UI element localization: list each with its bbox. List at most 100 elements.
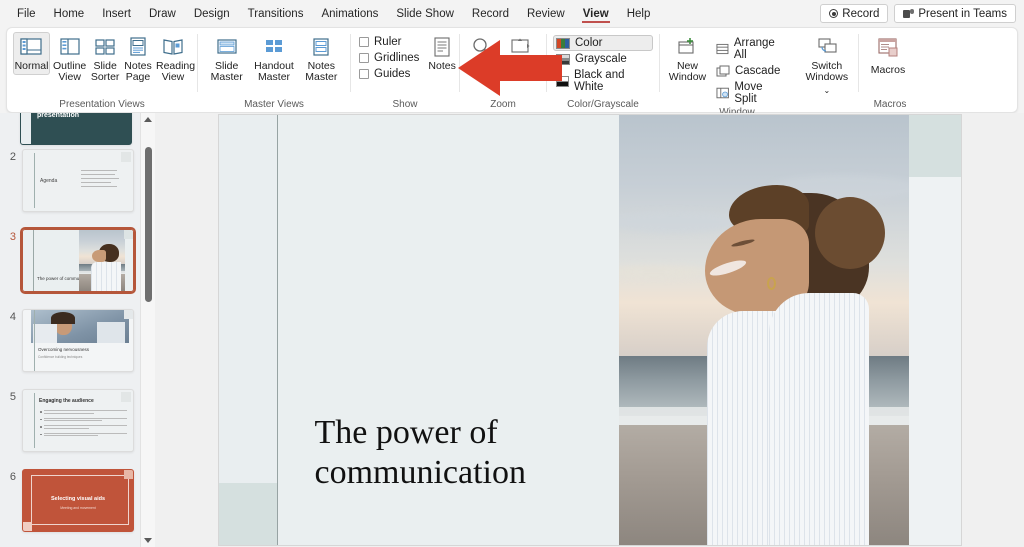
grayscale-option-label: Grayscale: [575, 53, 627, 65]
slide-thumbnail-pane[interactable]: presentation 2 Agenda 3: [0, 113, 155, 547]
show-group-label: Show: [357, 99, 453, 112]
normal-view-button[interactable]: Normal: [13, 32, 50, 75]
thumbnail-pane-scrollbar[interactable]: [140, 113, 155, 547]
present-in-teams-button[interactable]: Present in Teams: [894, 4, 1016, 23]
tab-record[interactable]: Record: [463, 4, 518, 24]
tab-slide-show[interactable]: Slide Show: [387, 4, 463, 24]
grayscale-swatch-icon: [556, 54, 570, 65]
slide-edit-pane[interactable]: The power of communication: [155, 113, 1024, 547]
notes-button-label: Notes: [428, 61, 455, 72]
slide-master-button[interactable]: Slide Master: [204, 32, 249, 86]
tab-animations[interactable]: Animations: [312, 4, 387, 24]
thumbnail-title: Agenda: [40, 178, 57, 184]
record-button[interactable]: Record: [820, 4, 888, 23]
thumbnail-slide-3[interactable]: 3 The power of communication: [0, 229, 134, 292]
thumbnail-number: 4: [0, 309, 22, 323]
ruler-checkbox[interactable]: Ruler: [357, 34, 421, 50]
tab-design[interactable]: Design: [185, 4, 239, 24]
thumbnail-slide-4[interactable]: 4 Overcoming nervousness Confidence buil…: [0, 309, 134, 372]
present-in-teams-label: Present in Teams: [918, 8, 1007, 20]
notes-page-label: Notes Page: [124, 61, 152, 83]
cascade-button[interactable]: Cascade: [713, 63, 789, 79]
macros-button-label: Macros: [866, 65, 910, 76]
record-dot-icon: [829, 9, 838, 18]
switch-windows-button[interactable]: Switch Windows ⌄: [802, 32, 852, 99]
new-window-label: New Window: [667, 61, 708, 83]
slide-title-line-2: communication: [315, 453, 527, 493]
slide-vertical-rule: [277, 115, 279, 545]
scrollbar-thumb[interactable]: [145, 147, 152, 302]
notes-button[interactable]: Notes: [427, 32, 456, 75]
tab-transitions[interactable]: Transitions: [239, 4, 313, 24]
handout-master-button[interactable]: Handout Master: [251, 32, 296, 86]
ribbon: Normal Outline View: [6, 27, 1018, 113]
zoom-button[interactable]: Zoom: [466, 32, 499, 75]
slide-right-accent-block: [909, 115, 961, 177]
handout-master-label: Handout Master: [252, 61, 295, 83]
cascade-icon: [716, 65, 730, 77]
slide-left-accent-column: [219, 115, 277, 545]
photo-figure: [619, 115, 909, 545]
tab-bar-actions: Record Present in Teams: [820, 4, 1024, 23]
checkbox-icon: [359, 53, 369, 63]
thumbnail-slide-2[interactable]: 2 Agenda: [0, 149, 134, 212]
color-option-label: Color: [575, 37, 602, 49]
slide-sorter-icon: [92, 35, 118, 59]
thumbnail-slide-6[interactable]: 6 Selecting visual aids Meeting and move…: [0, 469, 134, 532]
photo-shirt-shoulder: [769, 293, 869, 545]
thumbnail-number: 6: [0, 469, 22, 483]
notes-page-button[interactable]: Notes Page: [123, 32, 153, 86]
guides-checkbox[interactable]: Guides: [357, 66, 421, 82]
notes-master-button[interactable]: Notes Master: [299, 32, 344, 86]
slide-sorter-button[interactable]: Slide Sorter: [89, 32, 121, 86]
color-swatch-icon: [556, 38, 570, 49]
reading-view-label: Reading View: [156, 61, 190, 83]
reading-view-button[interactable]: Reading View: [155, 32, 191, 86]
tab-insert[interactable]: Insert: [93, 4, 140, 24]
black-and-white-option-label: Black and White: [574, 69, 650, 93]
guides-label: Guides: [374, 68, 410, 80]
color-option[interactable]: Color: [553, 35, 653, 51]
slide-master-label: Slide Master: [205, 61, 248, 83]
thumbnail-slide-5[interactable]: 5 Engaging the audience: [0, 389, 134, 452]
current-slide[interactable]: The power of communication: [219, 115, 961, 545]
outline-view-label: Outline View: [53, 61, 86, 83]
tab-review[interactable]: Review: [518, 4, 574, 24]
macros-button[interactable]: Macros: [865, 32, 911, 79]
tab-draw[interactable]: Draw: [140, 4, 185, 24]
thumbnail-image: Overcoming nervousness Confidence buildi…: [22, 309, 134, 372]
zoom-group-label: Zoom: [466, 99, 540, 112]
thumbnail-number: 3: [0, 229, 22, 243]
chevron-down-icon[interactable]: ⌄: [823, 85, 830, 96]
notes-page-icon: [125, 35, 151, 59]
scroll-up-arrow-icon[interactable]: [144, 117, 152, 122]
thumbnail-slide-1[interactable]: presentation: [20, 113, 132, 145]
scroll-down-arrow-icon[interactable]: [144, 538, 152, 543]
grayscale-option[interactable]: Grayscale: [553, 51, 653, 67]
new-window-button[interactable]: New Window: [666, 32, 709, 86]
tab-file[interactable]: File: [8, 4, 45, 24]
move-split-icon: [716, 87, 729, 99]
slide-title-line-1: The power of: [315, 413, 527, 453]
switch-windows-icon: [814, 35, 840, 59]
tab-view[interactable]: View: [574, 4, 618, 24]
switch-windows-label: Switch Windows: [803, 61, 851, 83]
thumbnail-title: presentation: [37, 113, 79, 120]
outline-view-button[interactable]: Outline View: [52, 32, 87, 86]
tab-home[interactable]: Home: [45, 4, 94, 24]
cascade-label: Cascade: [735, 65, 780, 77]
move-split-button[interactable]: Move Split: [713, 79, 789, 107]
gridlines-checkbox[interactable]: Gridlines: [357, 50, 421, 66]
slide-photo[interactable]: [619, 115, 909, 545]
arrange-all-label: Arrange All: [734, 37, 786, 61]
black-and-white-option[interactable]: Black and White: [553, 67, 653, 95]
tab-help[interactable]: Help: [618, 4, 660, 24]
normal-view-label: Normal: [14, 61, 49, 72]
presentation-views-group-label: Presentation Views: [13, 99, 191, 112]
arrange-all-icon: [716, 43, 729, 55]
fit-to-window-button[interactable]: Fit to Window: [501, 32, 540, 86]
photo-earring: [767, 277, 776, 290]
slide-right-column: [909, 177, 961, 545]
arrange-all-button[interactable]: Arrange All: [713, 35, 789, 63]
slide-title[interactable]: The power of communication: [315, 413, 527, 493]
